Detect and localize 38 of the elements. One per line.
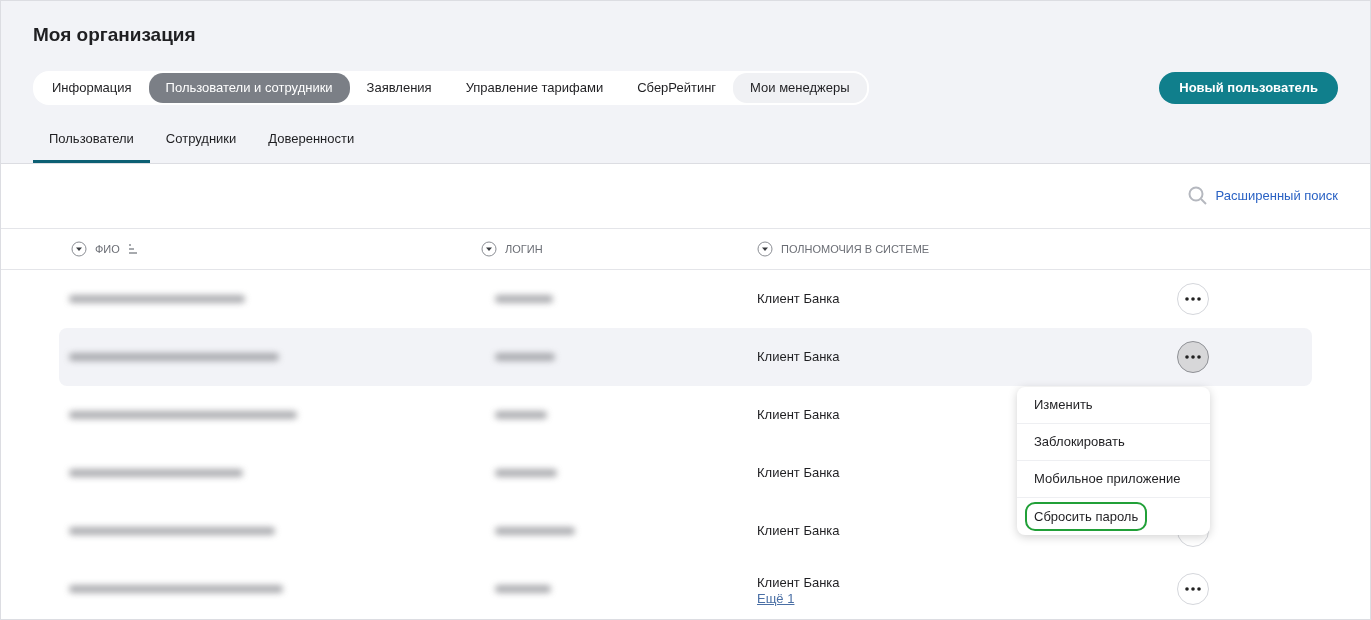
tab[interactable]: Управление тарифами (448, 73, 621, 103)
search-icon (1187, 186, 1208, 206)
filter-dropdown-icon[interactable] (757, 241, 773, 257)
table-cell-text: Клиент Банка (757, 348, 840, 367)
more-button[interactable] (1177, 341, 1209, 373)
redacted-login (495, 585, 551, 594)
subtab[interactable]: Сотрудники (149, 120, 253, 163)
menu-item[interactable]: Изменить (1017, 387, 1210, 424)
table-cell-text: Клиент Банка (757, 290, 840, 309)
dots-icon (1185, 587, 1201, 591)
column-header: ЛОГИН (505, 241, 543, 257)
table-cell-text: Клиент Банка (757, 522, 840, 541)
subtab[interactable]: Доверенности (252, 120, 371, 163)
more-link[interactable]: Ещё 1 (757, 592, 795, 606)
subtab[interactable]: Пользователи (33, 120, 150, 163)
tab[interactable]: Заявления (349, 73, 449, 103)
tab[interactable]: Мои менеджеры (733, 73, 867, 103)
dots-icon (1185, 297, 1201, 301)
table-cell-text: Клиент Банка (757, 406, 840, 425)
tab[interactable]: Информация (35, 73, 149, 103)
redacted-login (495, 295, 553, 304)
redacted-login (495, 411, 547, 420)
tab[interactable]: СберРейтинг (620, 73, 734, 103)
new-user-button[interactable]: Новый пользователь (1159, 72, 1338, 104)
menu-item[interactable]: Мобильное приложение (1017, 461, 1210, 498)
filter-dropdown-icon[interactable] (71, 241, 87, 257)
column-header: ФИО (95, 241, 120, 257)
table-cell-text: Клиент Банка (757, 573, 840, 592)
column-header: ПОЛНОМОЧИЯ В СИСТЕМЕ (781, 241, 930, 257)
filter-dropdown-icon[interactable] (481, 241, 497, 257)
dots-icon (1185, 355, 1201, 359)
redacted-login (495, 469, 557, 478)
menu-item[interactable]: Заблокировать (1017, 424, 1210, 461)
table-cell-text: Клиент Банка (757, 464, 840, 483)
redacted-login (495, 353, 555, 362)
page-title: Моя организация (33, 23, 197, 47)
tab[interactable]: Пользователи и сотрудники (148, 73, 350, 103)
advanced-search-link[interactable]: Расширенный поиск (1215, 186, 1338, 206)
